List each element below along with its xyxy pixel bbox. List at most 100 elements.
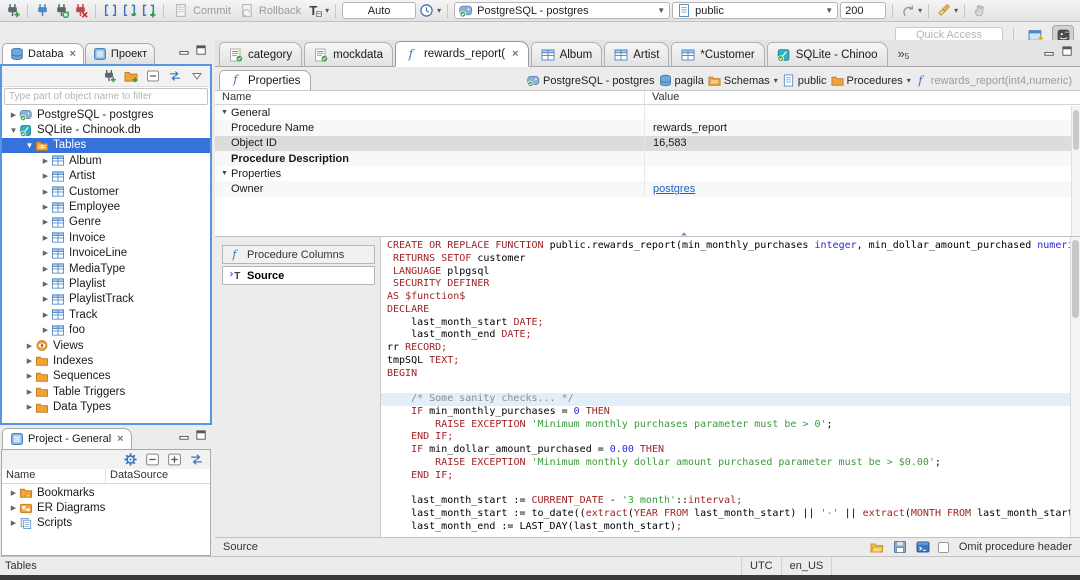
maximize-icon[interactable]: [195, 44, 208, 60]
grid-row-object-id[interactable]: Object ID 16,583: [215, 135, 1080, 151]
breadcrumb-item-public[interactable]: public: [782, 74, 827, 87]
query-history-icon[interactable]: [418, 2, 435, 19]
tab-database-navigator[interactable]: Databa ×: [2, 43, 84, 64]
code-scrollbar[interactable]: [1070, 237, 1080, 537]
tree-item-mediatype[interactable]: ▶ MediaType: [2, 261, 210, 276]
tree-item-postgresql-postgres[interactable]: ▶ PostgreSQL - postgres: [2, 107, 210, 122]
fetch-size-input[interactable]: 200: [840, 2, 887, 19]
view-menu-icon[interactable]: [188, 68, 205, 85]
tree-item-customer[interactable]: ▶ Customer: [2, 184, 210, 199]
expander-arrow-icon[interactable]: ▶: [40, 157, 51, 165]
close-icon[interactable]: ×: [512, 48, 518, 60]
breadcrumb-item-schemas[interactable]: Schemas ▾: [708, 74, 778, 87]
tree-item-track[interactable]: ▶ Track: [2, 307, 210, 322]
chevron-down-icon[interactable]: ▾: [907, 76, 911, 85]
project-item-bookmarks[interactable]: ▶ Bookmarks: [2, 485, 210, 500]
sql-editor-icon[interactable]: [102, 2, 119, 19]
tree-item-employee[interactable]: ▶ Employee: [2, 199, 210, 214]
minimize-icon[interactable]: [1043, 45, 1056, 61]
chevron-down-icon[interactable]: ▾: [918, 6, 922, 15]
expander-arrow-icon[interactable]: ▶: [40, 249, 51, 257]
breadcrumb-item-rewards-report-int4-numeric-[interactable]: f rewards_report(int4,numeric): [915, 73, 1072, 87]
expander-arrow-icon[interactable]: ▶: [40, 188, 51, 196]
editor-tab-category[interactable]: category: [219, 42, 303, 66]
tab-project-general[interactable]: Project - General ×: [2, 428, 132, 449]
tree-item-indexes[interactable]: ▶ Indexes: [2, 353, 210, 368]
code-scrollbar-thumb[interactable]: [1072, 240, 1079, 318]
expander-arrow-icon[interactable]: ▶: [8, 111, 19, 119]
tree-item-tables[interactable]: ▼ Tables: [2, 137, 210, 154]
source-code[interactable]: CREATE OR REPLACE FUNCTION public.reward…: [381, 240, 1070, 537]
expander-arrow-icon[interactable]: ▶: [40, 203, 51, 211]
minimize-icon[interactable]: [178, 44, 191, 60]
save-to-file-icon[interactable]: [892, 539, 909, 556]
breadcrumb-item-pagila[interactable]: pagila: [659, 74, 704, 87]
grid-row-procedure-description[interactable]: Procedure Description: [215, 150, 1080, 167]
expander-arrow-icon[interactable]: ▶: [24, 342, 35, 350]
close-icon[interactable]: ×: [117, 433, 123, 445]
tab-overflow-chevron[interactable]: » 5: [898, 46, 910, 61]
owner-link[interactable]: postgres: [653, 183, 695, 195]
close-icon[interactable]: ×: [69, 48, 75, 60]
chevron-down-icon[interactable]: ▾: [774, 76, 778, 85]
column-datasource[interactable]: DataSource: [106, 469, 210, 483]
load-from-file-icon[interactable]: [869, 539, 886, 556]
maximize-icon[interactable]: [1061, 45, 1074, 61]
grid-column-name[interactable]: Name: [215, 91, 645, 104]
tree-item-invoice[interactable]: ▶ Invoice: [2, 230, 210, 245]
expander-arrow-icon[interactable]: ▶: [24, 388, 35, 396]
refresh-icon[interactable]: [899, 2, 916, 19]
chevron-down-icon[interactable]: ▾: [325, 6, 329, 15]
new-connection-icon[interactable]: [100, 68, 117, 85]
project-item-scripts[interactable]: ▶ Scripts: [2, 516, 210, 531]
tree-item-artist[interactable]: ▶ Artist: [2, 169, 210, 184]
expander-arrow-icon[interactable]: ▶: [40, 218, 51, 226]
editor-tab-mockdata[interactable]: mockdata: [304, 42, 393, 66]
tab-project-explorer[interactable]: Проект: [84, 43, 156, 64]
editor-tab-rewards-report-[interactable]: f rewards_report(×: [394, 41, 529, 67]
reconnect-icon[interactable]: [53, 2, 70, 19]
tab-properties[interactable]: f Properties: [219, 70, 312, 90]
tree-item-sequences[interactable]: ▶ Sequences: [2, 369, 210, 384]
minimize-icon[interactable]: [178, 429, 191, 445]
expander-arrow-icon[interactable]: ▶: [24, 372, 35, 380]
expander-arrow-icon[interactable]: ▶: [8, 519, 19, 527]
new-folder-icon[interactable]: [122, 68, 139, 85]
editor-tab--customer[interactable]: *Customer: [671, 42, 765, 66]
expander-arrow-icon[interactable]: ▶: [8, 489, 19, 497]
tree-item-foo[interactable]: ▶ foo: [2, 322, 210, 337]
side-tab-source[interactable]: T Source: [222, 266, 375, 285]
grid-scrollbar-thumb[interactable]: [1073, 110, 1079, 150]
expander-arrow-icon[interactable]: ▼: [221, 109, 231, 116]
tree-item-playlisttrack[interactable]: ▶ PlaylistTrack: [2, 292, 210, 307]
connect-icon[interactable]: [34, 2, 51, 19]
tree-item-data-types[interactable]: ▶ Data Types: [2, 399, 210, 414]
breadcrumb-item-procedures[interactable]: Procedures ▾: [830, 74, 911, 87]
tree-item-album[interactable]: ▶ Album: [2, 153, 210, 168]
expander-arrow-icon[interactable]: ▶: [40, 295, 51, 303]
object-filter-input[interactable]: [4, 88, 208, 105]
maximize-icon[interactable]: [195, 429, 208, 445]
commit-mode-combo[interactable]: Auto: [342, 2, 417, 19]
expander-arrow-icon[interactable]: ▶: [8, 504, 19, 512]
rollback-button[interactable]: Rollback: [236, 2, 304, 19]
expander-arrow-icon[interactable]: ▶: [40, 172, 51, 180]
grid-row-owner[interactable]: Owner postgres: [215, 181, 1080, 197]
disconnect-icon[interactable]: [72, 2, 89, 19]
grid-row-properties[interactable]: ▼ Properties: [215, 166, 1080, 182]
grid-row-general[interactable]: ▼ General: [215, 105, 1080, 121]
expander-arrow-icon[interactable]: ▶: [24, 357, 35, 365]
collapse-all-icon[interactable]: [144, 451, 161, 468]
grid-row-procedure-name[interactable]: Procedure Name rewards_report: [215, 120, 1080, 136]
expander-arrow-icon[interactable]: ▶: [40, 326, 51, 334]
recent-sql-editor-icon[interactable]: [121, 2, 138, 19]
expander-arrow-icon[interactable]: ▼: [24, 141, 35, 150]
expander-arrow-icon[interactable]: ▼: [221, 170, 231, 177]
tree-item-invoiceline[interactable]: ▶ InvoiceLine: [2, 246, 210, 261]
collapse-all-icon[interactable]: [144, 68, 161, 85]
expander-arrow-icon[interactable]: ▼: [8, 126, 19, 135]
open-in-sql-console-icon[interactable]: [915, 539, 932, 556]
commit-button[interactable]: Commit: [170, 2, 234, 19]
tree-item-views[interactable]: ▶ Views: [2, 338, 210, 353]
grid-scrollbar[interactable]: [1071, 106, 1080, 236]
